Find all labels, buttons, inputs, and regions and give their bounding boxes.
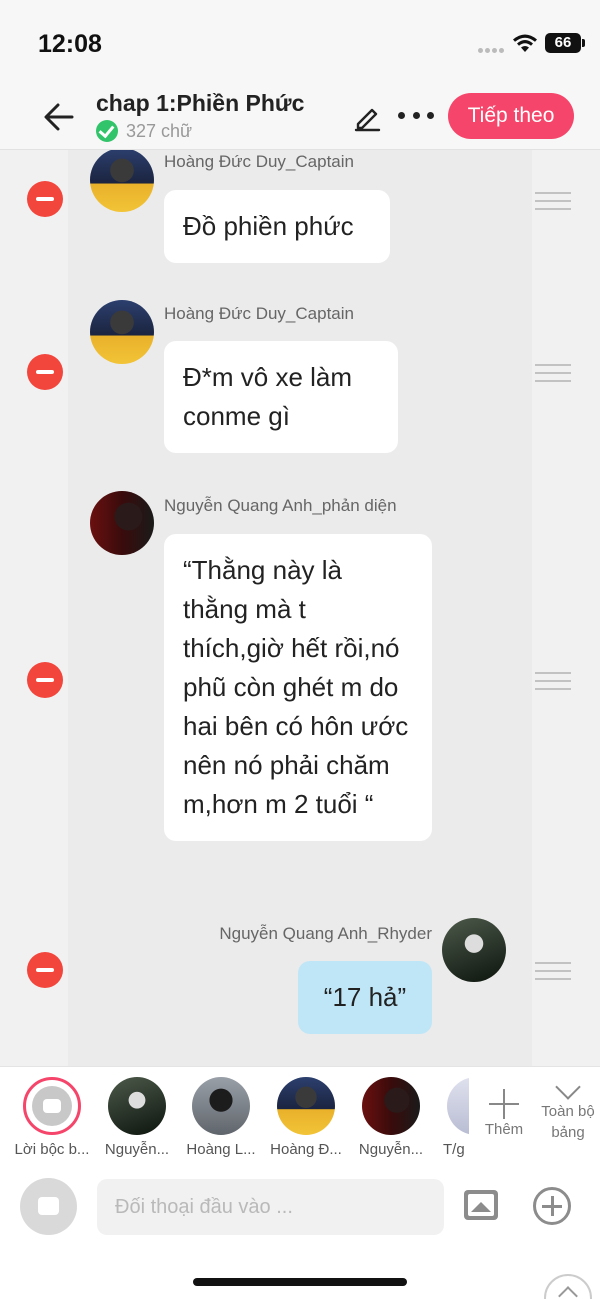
check-circle-icon: [96, 120, 118, 142]
character-bar: Lời bộc b... Nguyễn... Hoàng L... Hoàng …: [0, 1066, 600, 1170]
add-circle-icon[interactable]: [533, 1187, 571, 1225]
message-item[interactable]: Hoàng Đức Duy_Captain Đồ phiền phức: [0, 150, 600, 280]
more-options-icon[interactable]: [398, 112, 434, 122]
home-indicator: [193, 1278, 407, 1286]
chapter-title: chap 1:Phiền Phức: [96, 90, 305, 116]
signal-icon: [478, 40, 508, 53]
avatar: [192, 1077, 250, 1135]
character-label: Hoàng L...: [186, 1141, 256, 1158]
message-bubble[interactable]: “17 hả”: [298, 961, 432, 1034]
battery-icon: 66: [545, 33, 585, 53]
add-character-button[interactable]: Thêm: [474, 1087, 534, 1139]
character-item[interactable]: Hoàng L...: [181, 1077, 261, 1158]
character-narration[interactable]: Lời bộc b...: [12, 1077, 92, 1158]
avatar: [90, 150, 154, 212]
narration-toggle-button[interactable]: [20, 1178, 77, 1235]
avatar: [447, 1077, 469, 1135]
character-item[interactable]: Hoàng Đ...: [266, 1077, 346, 1158]
message-item[interactable]: Nguyễn Quang Anh_Rhyder “17 hả”: [0, 912, 600, 1042]
image-icon[interactable]: [464, 1190, 498, 1220]
add-character-label: Thêm: [484, 1121, 524, 1138]
avatar: [108, 1077, 166, 1135]
avatar: [277, 1077, 335, 1135]
character-label: Lời bộc b...: [14, 1141, 90, 1158]
drag-handle-icon[interactable]: [535, 962, 571, 982]
message-item[interactable]: Hoàng Đức Duy_Captain Đ*m vô xe làm conm…: [0, 298, 600, 468]
status-time: 12:08: [38, 30, 102, 58]
sender-name: Hoàng Đức Duy_Captain: [164, 304, 354, 323]
character-label: Nguyễn...: [104, 1141, 170, 1158]
word-count-row: 327 chữ: [96, 120, 192, 142]
full-board-toggle[interactable]: Toàn bộ bảng: [536, 1081, 600, 1143]
message-bubble[interactable]: Đồ phiền phức: [164, 190, 390, 263]
character-label: Nguyễn...: [358, 1141, 424, 1158]
full-board-label: Toàn bộ bảng: [541, 1103, 595, 1141]
chevron-down-icon: [554, 1081, 582, 1101]
edit-pencil-icon[interactable]: [352, 102, 382, 132]
status-bar: 12:08 66: [0, 0, 600, 88]
avatar: [90, 491, 154, 555]
remove-message-button[interactable]: [27, 952, 63, 988]
dialog-input[interactable]: [97, 1179, 444, 1235]
narration-avatar: [23, 1077, 81, 1135]
next-chapter-button[interactable]: Tiếp theo: [448, 93, 574, 139]
avatar: [362, 1077, 420, 1135]
character-item[interactable]: Nguyễn...: [351, 1077, 431, 1158]
drag-handle-icon[interactable]: [535, 364, 571, 384]
character-label: T/g: [443, 1141, 465, 1158]
character-item[interactable]: T/g: [435, 1077, 469, 1158]
avatar: [90, 300, 154, 364]
message-bubble[interactable]: “Thằng này là thằng mà t thích,giờ hết r…: [164, 534, 432, 841]
remove-message-button[interactable]: [27, 354, 63, 390]
plus-icon: [487, 1087, 521, 1121]
wifi-icon: [513, 34, 537, 52]
chat-area[interactable]: Hoàng Đức Duy_Captain Đồ phiền phức Hoàn…: [0, 150, 600, 1066]
sender-name: Hoàng Đức Duy_Captain: [164, 152, 354, 171]
word-count: 327 chữ: [126, 120, 193, 141]
message-bubble[interactable]: Đ*m vô xe làm conme gì: [164, 341, 398, 453]
input-bar: [0, 1170, 600, 1299]
drag-handle-icon[interactable]: [535, 672, 571, 692]
avatar: [442, 918, 506, 982]
message-item[interactable]: Nguyễn Quang Anh_phản diện “Thằng này là…: [0, 490, 600, 890]
character-label: Hoàng Đ...: [270, 1141, 342, 1158]
character-item[interactable]: Nguyễn...: [97, 1077, 177, 1158]
scroll-up-icon[interactable]: [544, 1274, 592, 1299]
chapter-header: chap 1:Phiền Phức 327 chữ Tiếp theo: [0, 88, 600, 150]
sender-name: Nguyễn Quang Anh_phản diện: [164, 496, 397, 515]
remove-message-button[interactable]: [27, 662, 63, 698]
back-arrow-icon[interactable]: [42, 100, 76, 134]
remove-message-button[interactable]: [27, 181, 63, 217]
drag-handle-icon[interactable]: [535, 192, 571, 212]
sender-name: Nguyễn Quang Anh_Rhyder: [219, 924, 432, 943]
